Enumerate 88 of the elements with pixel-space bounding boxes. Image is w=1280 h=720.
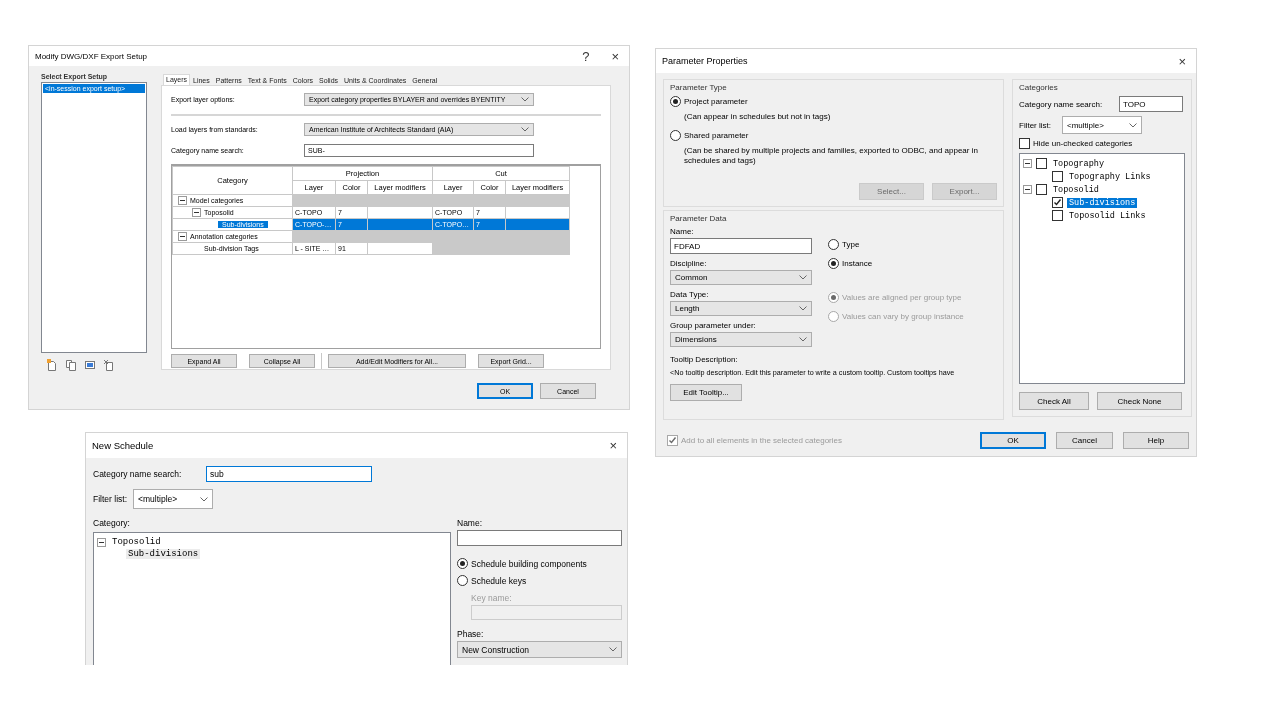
group-title: Parameter Type xyxy=(670,83,728,92)
cancel-button[interactable]: Cancel xyxy=(1056,432,1113,449)
field-label: Tooltip Description: xyxy=(670,355,739,364)
field-label: Filter list: xyxy=(1019,120,1052,130)
dropdown[interactable]: <multiple> xyxy=(1062,116,1142,134)
radio-button[interactable] xyxy=(670,96,681,107)
radio-label: Shared parameter xyxy=(684,131,749,140)
check-all-button[interactable]: Check All xyxy=(1019,392,1089,410)
checkbox-label: Hide un-checked categories xyxy=(1033,139,1133,148)
close-button[interactable]: × xyxy=(605,438,621,453)
tree-item[interactable]: Toposolid xyxy=(110,537,163,547)
dropdown[interactable]: New Construction xyxy=(457,641,622,658)
field-label: Category name search: xyxy=(1019,99,1104,109)
ok-button[interactable]: OK xyxy=(980,432,1046,449)
checkbox[interactable] xyxy=(1052,210,1063,221)
tree-item[interactable]: Topography Links xyxy=(1067,171,1153,182)
radio-label: Instance xyxy=(842,259,873,268)
description-text: (Can appear in schedules but not in tags) xyxy=(683,112,832,122)
field-label: Category: xyxy=(93,518,131,528)
field-label: Group parameter under: xyxy=(670,321,757,330)
chevron-icon xyxy=(799,306,807,311)
radio-button[interactable] xyxy=(457,558,468,569)
edit-tooltip-button[interactable]: Edit Tooltip... xyxy=(670,384,742,401)
dropdown[interactable]: <multiple> xyxy=(133,489,213,509)
check-none-button[interactable]: Check None xyxy=(1097,392,1182,410)
field-label: Discipline: xyxy=(670,259,708,268)
tree-item[interactable]: Sub-divisions xyxy=(126,549,201,559)
chevron-icon xyxy=(609,647,617,652)
tree-item[interactable]: Sub-divisions xyxy=(1067,197,1138,208)
checkbox[interactable] xyxy=(1052,171,1063,182)
rename-icon[interactable] xyxy=(84,359,96,371)
checkbox[interactable] xyxy=(1052,197,1063,208)
help-button[interactable]: Help xyxy=(1123,432,1189,449)
field-label: Name: xyxy=(670,227,695,236)
field-label: Name: xyxy=(457,518,484,528)
group-title: Categories xyxy=(1019,83,1059,92)
chevron-icon xyxy=(200,496,208,502)
close-button[interactable]: × xyxy=(1174,53,1190,69)
collapse-icon[interactable] xyxy=(192,208,201,217)
radio-label: Project parameter xyxy=(684,97,748,106)
radio-label: Schedule building components xyxy=(471,558,587,569)
tree-item[interactable]: Toposolid Links xyxy=(1067,210,1148,221)
collapse-icon[interactable] xyxy=(1023,185,1032,194)
input-field[interactable]: sub xyxy=(206,466,372,482)
new-document-icon[interactable] xyxy=(46,359,58,371)
radio-label: Schedule keys xyxy=(471,575,527,586)
radio-button[interactable] xyxy=(828,239,839,250)
chevron-icon xyxy=(799,337,807,342)
window-title: New Schedule xyxy=(92,440,155,451)
checkbox[interactable] xyxy=(1036,158,1047,169)
chevron-icon xyxy=(521,126,529,132)
radio-label: Values are aligned per group type xyxy=(842,293,962,302)
close-button[interactable]: × xyxy=(607,48,623,64)
collapse-icon[interactable] xyxy=(178,232,187,241)
checkbox-label: Add to all elements in the selected categories xyxy=(681,436,842,445)
delete-icon[interactable] xyxy=(103,359,115,371)
radio-label: Values can vary by group instance xyxy=(842,312,964,321)
window-title: Modify DWG/DXF Export Setup xyxy=(35,51,149,61)
input-field[interactable]: TOPO xyxy=(1119,96,1183,112)
input-field[interactable]: FDFAD xyxy=(670,238,812,254)
dropdown[interactable]: Dimensions xyxy=(670,332,812,347)
input-field[interactable] xyxy=(457,530,622,546)
dropdown[interactable]: Common xyxy=(670,270,812,285)
group-title: Parameter Data xyxy=(670,214,728,223)
chevron-icon xyxy=(799,275,807,280)
field-label: Key name: xyxy=(471,593,513,603)
radio-button[interactable] xyxy=(457,575,468,586)
chevron-icon xyxy=(521,96,529,102)
copy-icon[interactable] xyxy=(65,359,77,371)
field-label: Filter list: xyxy=(93,494,128,504)
radio-button[interactable] xyxy=(670,130,681,141)
tree-item[interactable]: Toposolid xyxy=(1051,184,1101,195)
radio-button[interactable] xyxy=(828,258,839,269)
window-title: Parameter Properties xyxy=(662,56,749,66)
checkbox[interactable] xyxy=(1036,184,1047,195)
collapse-icon[interactable] xyxy=(97,537,106,547)
collapse-icon[interactable] xyxy=(178,196,187,205)
field-label: Phase: xyxy=(457,629,485,639)
chevron-icon xyxy=(1129,122,1137,128)
dropdown[interactable]: Length xyxy=(670,301,812,316)
field-label: Data Type: xyxy=(670,290,710,299)
checkbox[interactable] xyxy=(1019,138,1030,149)
radio-label: Type xyxy=(842,240,860,249)
field-label: Category name search: xyxy=(93,469,183,479)
help-button[interactable]: ? xyxy=(578,48,594,64)
tree-item[interactable]: Topography xyxy=(1051,158,1106,169)
description-text: (Can be shared by multiple projects and families, exported to ODBC, and appear in schedules and tags) xyxy=(683,146,979,166)
collapse-icon[interactable] xyxy=(1023,159,1032,168)
